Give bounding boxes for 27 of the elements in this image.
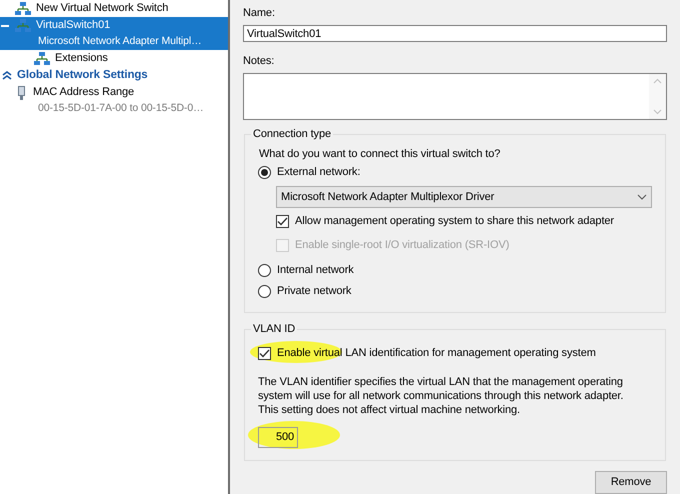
item-label: New Virtual Network Switch: [36, 1, 168, 16]
field-label: Notes:: [243, 54, 276, 70]
item-label: Extensions: [55, 51, 108, 66]
radio-label: External network:: [277, 165, 360, 180]
radio-label: Internal network: [277, 263, 354, 278]
item-sublabel: 00-15-5D-01-7A-00 to 00-15-5D-0…: [38, 102, 204, 114]
question-text: What do you want to connect this virtual switch to?: [259, 147, 502, 162]
item-sublabel: Microsoft Network Adapter Multipl…: [38, 35, 202, 47]
tree-item[interactable]: Global Network Settings: [0, 67, 228, 84]
description-text: The VLAN identifier specifies the virtual LAN that the management operating system will use for all network communications through this network adapter. This setting does not affect virtual machine networking.: [258, 375, 624, 417]
vlan-id-field[interactable]: 500: [258, 426, 298, 448]
checkbox-label: Allow management operating system to share this network adapter: [295, 214, 614, 229]
section-heading: Global Network Settings: [17, 68, 148, 83]
radio-label: Private network: [277, 284, 352, 300]
item-label: VirtualSwitch01: [36, 18, 110, 34]
checkbox-label: Enable virtual LAN identification for management operating system: [277, 346, 596, 361]
adapter-dropdown[interactable]: Microsoft Network Adapter Multiplexor Driver: [276, 186, 652, 208]
checkbox-label: Enable single-root I/O virtualization (SR-IOV): [295, 238, 510, 253]
field-label: Name:: [243, 6, 276, 21]
remove-button[interactable]: Remove: [595, 471, 667, 494]
item-label: MAC Address Range: [33, 85, 134, 100]
tree-item[interactable]: MAC Address Range 00-15-5D-01-7A-00 to 00-15-5D-0…: [0, 84, 228, 117]
tree-item[interactable]: Extensions: [0, 50, 228, 67]
name-field[interactable]: VirtualSwitch01: [243, 25, 667, 42]
tree-item[interactable]: VirtualSwitch01 Microsoft Network Adapter Multipl…: [0, 17, 228, 50]
tree-item[interactable]: New Virtual Network Switch: [0, 0, 228, 17]
group-title: Connection type: [251, 127, 333, 142]
